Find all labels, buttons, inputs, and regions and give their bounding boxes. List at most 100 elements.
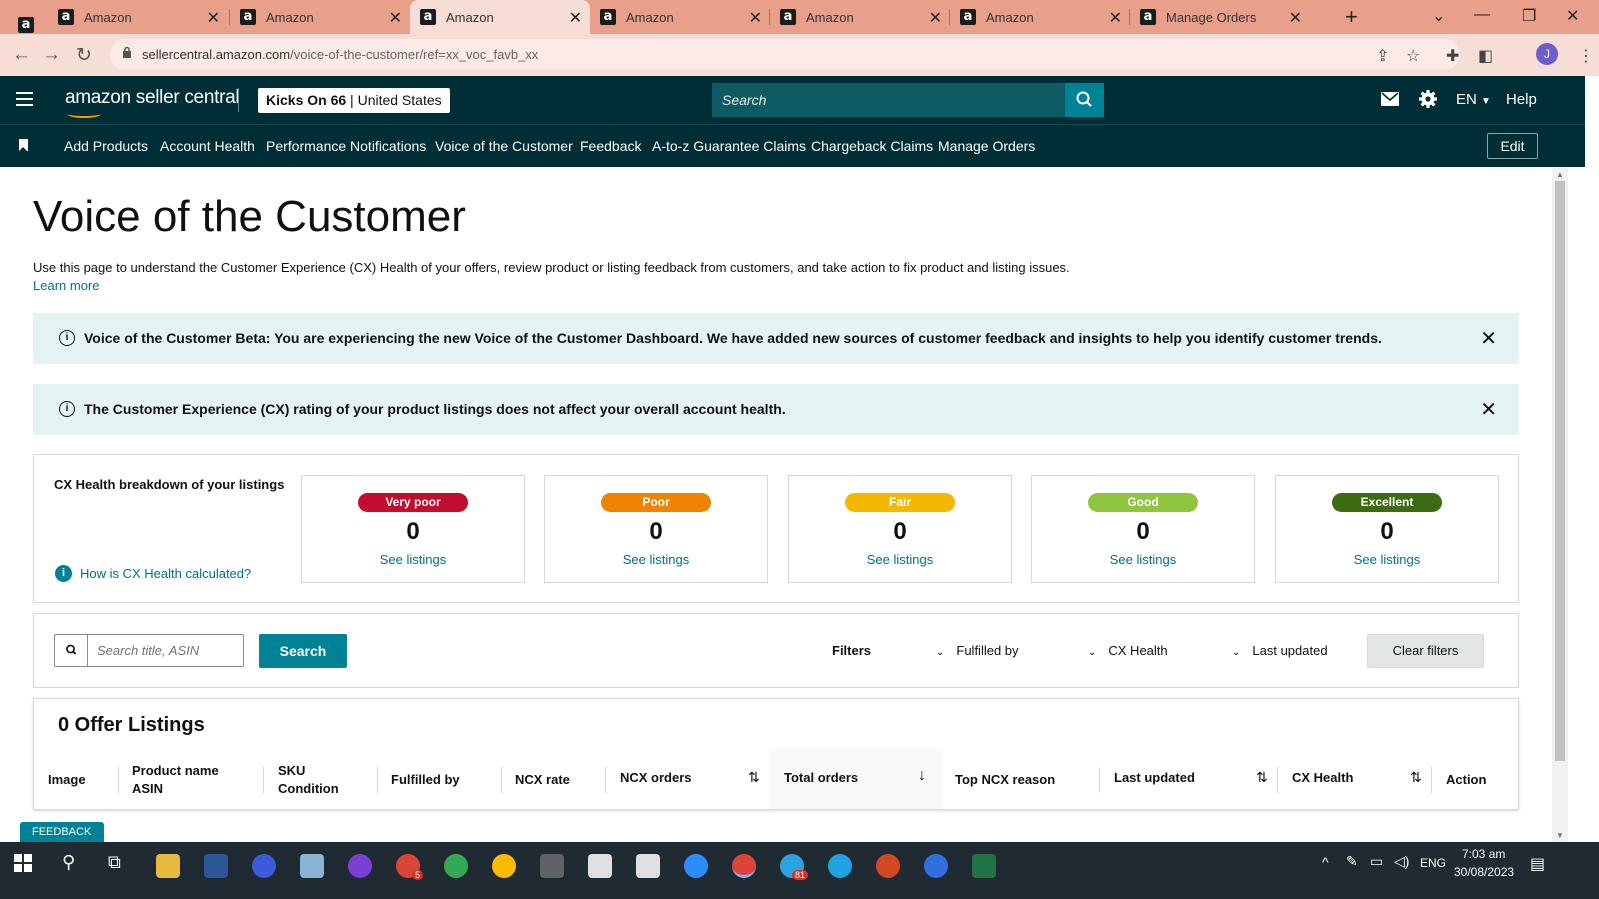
sort-icon[interactable]: ⇅ [1410,769,1422,786]
close-tab-icon[interactable]: ✕ [749,8,762,28]
sort-icon[interactable]: ⇅ [1256,769,1268,786]
store-selector[interactable]: Kicks On 66 | United States [258,88,450,113]
edge-icon[interactable] [828,854,852,878]
browser-tab[interactable]: a Amazon ✕ [950,0,1130,34]
file-explorer-icon[interactable] [156,854,180,878]
network-icon[interactable]: ▭ [1370,853,1383,870]
bookmark-icon[interactable] [19,139,28,151]
see-listings-link[interactable]: See listings [1032,552,1254,567]
last-updated-dropdown[interactable]: ⌄ Last updated [1232,643,1328,658]
notifications-icon[interactable]: ▤ [1530,854,1545,874]
browser-tab[interactable]: a Amazon ✕ [230,0,410,34]
nav-chargeback-claims[interactable]: Chargeback Claims [811,138,933,154]
browser-menu-icon[interactable]: ⋮ [1578,46,1594,66]
sort-icon[interactable]: ⇅ [748,769,760,786]
mail-icon[interactable] [1381,92,1399,106]
pen-icon[interactable]: ✎ [1346,853,1358,870]
header-search-button[interactable] [1065,83,1104,117]
app-icon[interactable] [636,854,660,878]
scrollbar-thumb[interactable] [1555,181,1565,761]
nav-manage-orders[interactable]: Manage Orders [938,138,1035,154]
volume-icon[interactable]: ◁) [1394,853,1409,870]
extensions-icon[interactable]: ✚ [1446,46,1459,66]
close-alert-icon[interactable]: ✕ [1480,397,1497,422]
powerpoint-icon[interactable] [876,854,900,878]
cx-health-dropdown[interactable]: ⌄ CX Health [1088,643,1168,658]
profile-avatar[interactable]: J [1536,43,1558,65]
excel-icon[interactable] [972,854,996,878]
clear-filters-button[interactable]: Clear filters [1367,634,1484,668]
task-view-icon[interactable]: ⧉ [108,852,121,873]
word-icon[interactable] [204,854,228,878]
header-search-input[interactable] [712,83,1065,117]
close-tab-icon[interactable]: ✕ [929,8,942,28]
see-listings-link[interactable]: See listings [1276,552,1498,567]
app-icon[interactable] [252,854,276,878]
listing-search-button[interactable]: Search [259,634,347,668]
reload-icon[interactable]: ↻ [76,44,92,67]
chrome-icon[interactable] [444,854,468,878]
close-tab-icon[interactable]: ✕ [207,8,220,28]
clock-date[interactable]: 30/08/2023 [1454,865,1514,879]
side-panel-icon[interactable]: ◧ [1478,46,1493,66]
chrome-icon-active[interactable] [732,854,756,878]
listing-search-input[interactable] [89,635,243,666]
sort-descending-icon[interactable]: ↓ [918,767,926,785]
forward-icon[interactable]: → [42,44,61,66]
see-listings-link[interactable]: See listings [789,552,1011,567]
fulfilled-by-dropdown[interactable]: ⌄ Fulfilled by [936,643,1019,658]
help-link[interactable]: Help [1506,91,1537,108]
new-tab-icon[interactable]: + [1345,4,1358,30]
app-icon[interactable] [348,854,372,878]
close-tab-icon[interactable]: ✕ [389,8,402,28]
restore-icon[interactable]: ❐ [1522,6,1536,26]
column-header-total-orders[interactable]: Total orders [784,769,858,787]
browser-tab[interactable]: a Amazon ✕ [48,0,228,34]
hamburger-menu-icon[interactable] [16,92,33,106]
app-icon[interactable] [300,854,324,878]
url-bar[interactable]: sellercentral.amazon.com/voice-of-the-cu… [110,39,1460,70]
nav-performance-notifications[interactable]: Performance Notifications [266,138,426,154]
close-window-icon[interactable]: ✕ [1566,6,1579,26]
input-language[interactable]: ENG [1420,856,1446,870]
edit-nav-button[interactable]: Edit [1487,133,1538,159]
page-scrollbar[interactable]: ▲ ▼ [1552,167,1568,842]
nav-add-products[interactable]: Add Products [64,138,148,154]
cx-health-help-link[interactable]: i How is CX Health calculated? [55,565,251,582]
zoom-icon[interactable] [684,854,708,878]
column-header-cx-health[interactable]: CX Health [1292,769,1353,787]
column-header-ncx-orders[interactable]: NCX orders [620,769,692,787]
close-tab-icon[interactable]: ✕ [569,8,582,28]
learn-more-link[interactable]: Learn more [33,278,99,293]
taskbar-search-icon[interactable]: ⚲ [62,852,75,873]
clock-time[interactable]: 7:03 am [1462,847,1505,861]
close-alert-icon[interactable]: ✕ [1480,326,1497,351]
settings-gear-icon[interactable] [1418,89,1438,109]
browser-tab[interactable]: a Amazon ✕ [590,0,770,34]
nav-a-to-z-claims[interactable]: A-to-z Guarantee Claims [652,138,806,154]
app-icon[interactable] [588,854,612,878]
seller-central-logo[interactable]: amazon seller central [65,87,240,118]
nav-account-health[interactable]: Account Health [160,138,255,154]
browser-tab[interactable]: a Manage Orders ✕ [1130,0,1310,34]
see-listings-link[interactable]: See listings [545,552,767,567]
minimize-icon[interactable]: — [1474,6,1490,24]
see-listings-link[interactable]: See listings [302,552,524,567]
nav-feedback[interactable]: Feedback [580,138,641,154]
share-icon[interactable]: ⇪ [1376,46,1389,66]
bookmark-star-icon[interactable]: ☆ [1406,46,1420,66]
windows-start-icon[interactable] [14,854,32,872]
scroll-up-icon[interactable]: ▲ [1556,170,1564,179]
browser-tab-active[interactable]: a Amazon ✕ [410,0,590,34]
tray-chevron-icon[interactable]: ^ [1322,854,1329,870]
column-header-last-updated[interactable]: Last updated [1114,769,1195,787]
close-tab-icon[interactable]: ✕ [1289,8,1302,28]
chrome-icon[interactable] [492,854,516,878]
language-selector[interactable]: EN ▼ [1456,91,1491,108]
tab-search-chevron-icon[interactable]: ⌄ [1432,6,1445,26]
app-icon[interactable] [924,854,948,878]
nav-voice-of-the-customer[interactable]: Voice of the Customer [435,138,573,154]
close-tab-icon[interactable]: ✕ [1109,8,1122,28]
calculator-icon[interactable] [540,854,564,878]
back-icon[interactable]: ← [12,44,31,66]
